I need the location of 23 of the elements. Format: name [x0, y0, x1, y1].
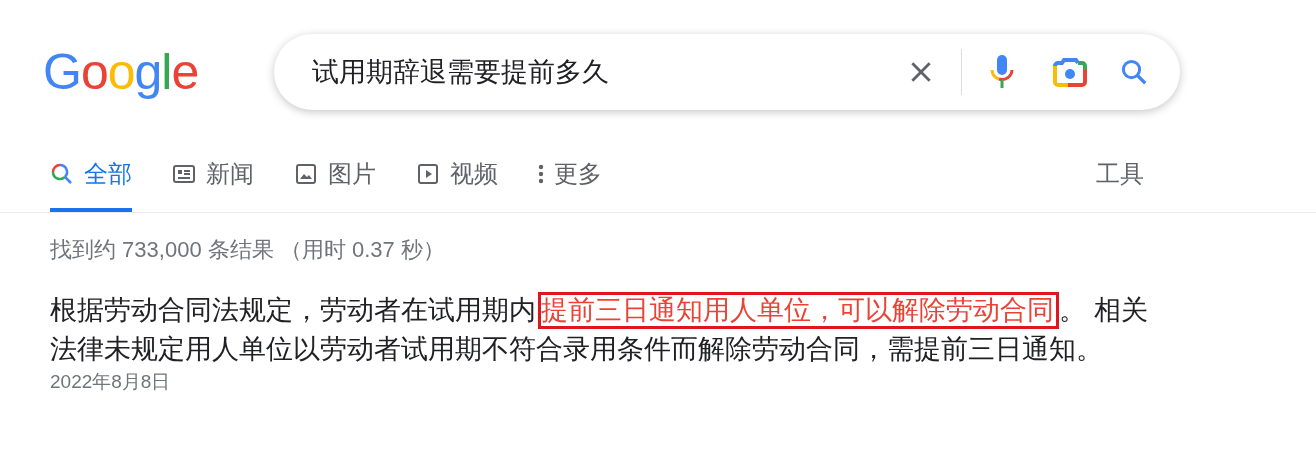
image-icon — [294, 162, 318, 186]
search-input[interactable]: 试用期辞退需要提前多久 — [310, 55, 900, 89]
tab[interactable]: 全部 — [50, 158, 132, 212]
tab-label: 新闻 — [206, 159, 254, 189]
tab-label: 更多 — [554, 159, 602, 189]
more-icon — [538, 162, 544, 186]
logo[interactable]: Google — [43, 47, 199, 97]
camera-icon — [1052, 56, 1089, 88]
result-date: 2022年8月8日 — [50, 370, 172, 394]
search-icon — [50, 162, 74, 186]
result-stats: 找到约 733,000 条结果 （用时 0.37 秒） — [50, 236, 446, 264]
tab[interactable]: 图片 — [294, 158, 376, 212]
search-bar[interactable]: 试用期辞退需要提前多久 — [274, 34, 1181, 110]
tab[interactable]: 新闻 — [172, 158, 254, 212]
tab[interactable]: 更多 — [538, 158, 602, 212]
tools-link[interactable]: 工具 — [1096, 158, 1144, 212]
tab-label: 全部 — [84, 159, 132, 189]
tab-label: 图片 — [328, 159, 376, 189]
tab[interactable]: 视频 — [416, 158, 498, 212]
newspaper-icon — [172, 162, 196, 186]
tab-label: 视频 — [450, 159, 498, 189]
play-icon — [416, 162, 440, 186]
result-snippet: 根据劳动合同法规定，劳动者在试用期内 提前三日通知用人单位，可以解除劳动合同 。 相关法律未规定用人单位以劳动者试用期不符合录用条件而解除劳动合同，需提前三日通知。 — [50, 291, 1150, 369]
